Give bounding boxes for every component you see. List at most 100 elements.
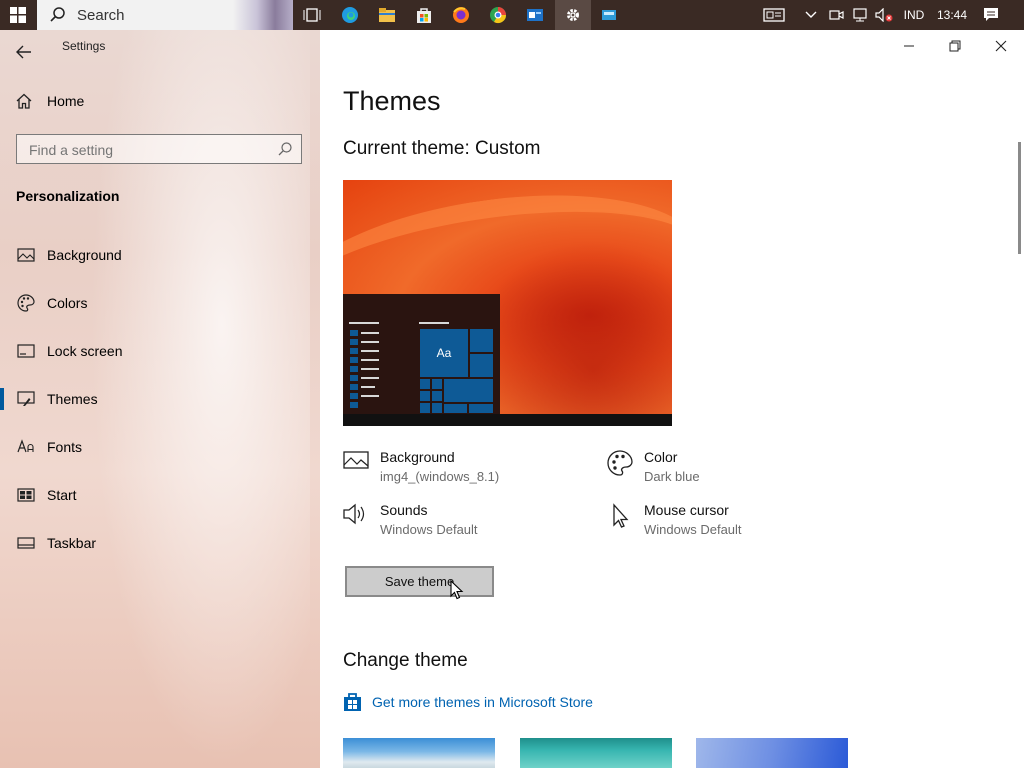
theme-thumbnail[interactable] — [343, 738, 495, 768]
taskbar-search-label: Search — [77, 6, 125, 24]
taskbar-search-box[interactable]: Search — [37, 0, 293, 30]
sounds-setting[interactable]: Sounds Windows Default — [343, 502, 478, 537]
back-button[interactable] — [10, 38, 38, 66]
app-title: Settings — [62, 39, 106, 53]
search-icon[interactable] — [277, 141, 293, 162]
start-button[interactable] — [0, 0, 36, 30]
restore-button[interactable] — [932, 30, 978, 62]
task-view-icon — [303, 8, 321, 22]
network-tray-button[interactable] — [850, 0, 870, 30]
lock-screen-icon — [16, 344, 36, 358]
settings-taskbar-button[interactable] — [555, 0, 591, 30]
close-button[interactable] — [978, 30, 1024, 62]
home-nav-item[interactable]: Home — [16, 93, 84, 109]
action-center-button[interactable] — [978, 0, 1004, 30]
preview-start-menu: Aa — [343, 294, 500, 414]
palette-icon — [16, 294, 36, 312]
sidebar-item-label: Lock screen — [47, 343, 123, 359]
picture-icon — [16, 248, 36, 262]
browser-icon — [490, 7, 507, 24]
mouse-cursor-setting[interactable]: Mouse cursor Windows Default — [607, 502, 742, 537]
sidebar-item-label: Themes — [47, 391, 98, 407]
taskbar: Search IND 13:44 — [0, 0, 1024, 30]
section-title: Personalization — [16, 188, 120, 204]
news-tray-button[interactable] — [760, 0, 788, 30]
restore-icon — [949, 40, 961, 52]
find-setting-box[interactable] — [16, 134, 302, 165]
network-icon — [853, 8, 867, 22]
store-bag-icon — [344, 693, 361, 711]
home-label: Home — [47, 93, 85, 109]
color-setting-name: Color — [644, 449, 678, 465]
sidebar-item-label: Taskbar — [47, 535, 97, 551]
background-setting-value: img4_(windows_8.1) — [380, 469, 500, 484]
outlook-taskbar-button[interactable] — [520, 0, 550, 30]
back-arrow-icon — [16, 45, 31, 59]
theme-preview: Aa — [343, 180, 672, 426]
sounds-setting-value: Windows Default — [380, 522, 478, 537]
minimize-icon — [904, 45, 914, 47]
color-setting-value: Dark blue — [644, 469, 700, 484]
clock-button[interactable]: 13:44 — [934, 0, 970, 30]
themes-brush-icon — [16, 391, 36, 407]
volume-muted-icon — [875, 8, 893, 22]
palette-icon — [607, 449, 633, 484]
microsoft-store-themes-link[interactable]: Get more themes in Microsoft Store — [343, 692, 593, 712]
background-setting[interactable]: Background img4_(windows_8.1) — [343, 449, 499, 484]
sidebar-item-taskbar[interactable]: Taskbar — [0, 525, 320, 561]
firefox-taskbar-button[interactable] — [446, 0, 476, 30]
app-taskbar-button[interactable] — [594, 0, 624, 30]
mail-app-icon — [527, 9, 543, 21]
speaker-icon — [343, 502, 369, 537]
home-icon — [16, 93, 32, 109]
current-theme-heading: Current theme: Custom — [343, 138, 541, 159]
sidebar-item-label: Background — [47, 247, 122, 263]
sidebar-item-start[interactable]: Start — [0, 477, 320, 513]
mouse-cursor-setting-value: Windows Default — [644, 522, 742, 537]
sidebar-item-lock-screen[interactable]: Lock screen — [0, 333, 320, 369]
chevron-down-icon — [805, 11, 817, 18]
mouse-cursor-setting-name: Mouse cursor — [644, 502, 729, 518]
firefox-icon — [453, 7, 469, 23]
background-setting-name: Background — [380, 449, 455, 465]
taskbar-icon — [16, 537, 36, 549]
news-icon — [763, 8, 785, 22]
preview-tile-text: Aa — [419, 328, 469, 378]
sidebar-item-background[interactable]: Background — [0, 237, 320, 273]
find-setting-input[interactable] — [27, 135, 271, 165]
theme-thumbnail[interactable] — [520, 738, 672, 768]
save-theme-button[interactable]: Save theme — [345, 566, 494, 597]
task-view-button[interactable] — [297, 0, 327, 30]
sidebar-item-fonts[interactable]: Fonts — [0, 429, 320, 465]
edge-icon — [342, 7, 358, 23]
chrome-taskbar-button[interactable] — [483, 0, 513, 30]
theme-thumbnail[interactable] — [696, 738, 848, 768]
meet-now-tray-button[interactable] — [826, 0, 846, 30]
search-icon — [50, 7, 65, 22]
notification-icon — [984, 8, 998, 21]
sidebar-item-themes[interactable]: Themes — [0, 381, 320, 417]
volume-tray-button[interactable] — [874, 0, 894, 30]
store-bag-icon — [417, 8, 431, 23]
folder-icon — [379, 8, 395, 22]
show-hidden-icons-button[interactable] — [802, 0, 820, 30]
sidebar-item-colors[interactable]: Colors — [0, 285, 320, 321]
windows-logo-icon — [10, 7, 26, 23]
close-icon — [995, 40, 1007, 52]
settings-nav-pane: Settings Home Personalization Background… — [0, 30, 320, 768]
color-setting[interactable]: Color Dark blue — [607, 449, 700, 484]
vertical-scrollbar[interactable] — [1018, 142, 1021, 254]
fonts-icon — [16, 439, 36, 455]
preview-taskbar — [343, 414, 672, 426]
sidebar-item-label: Fonts — [47, 439, 83, 455]
store-taskbar-button[interactable] — [409, 0, 439, 30]
language-label: IND — [903, 8, 925, 22]
sounds-setting-name: Sounds — [380, 502, 428, 518]
edge-taskbar-button[interactable] — [335, 0, 365, 30]
minimize-button[interactable] — [886, 30, 932, 62]
start-icon — [16, 488, 36, 502]
mouse-pointer-icon — [450, 580, 464, 600]
input-language-indicator[interactable]: IND — [900, 0, 928, 30]
screen-app-icon — [602, 10, 616, 20]
file-explorer-taskbar-button[interactable] — [372, 0, 402, 30]
